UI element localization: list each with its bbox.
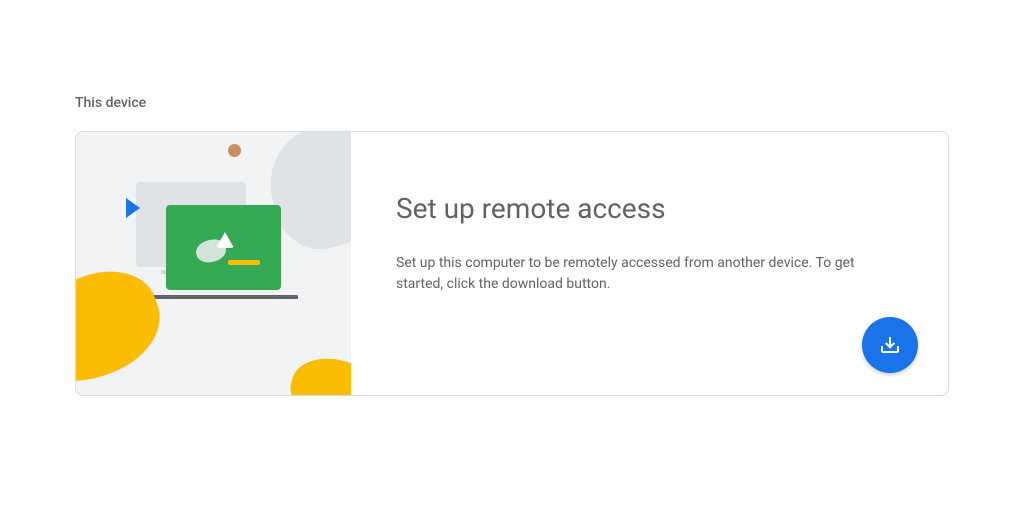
decorative-yellow-blob-left-icon (76, 256, 174, 395)
main-container: This device Set up remote access Set up … (0, 0, 1024, 396)
card-description: Set up this computer to be remotely acce… (396, 253, 886, 295)
download-icon (878, 333, 902, 357)
play-triangle-icon (126, 198, 140, 218)
card-content: Set up remote access Set up this compute… (351, 132, 948, 395)
section-title: This device (75, 95, 949, 111)
download-button[interactable] (862, 317, 918, 373)
illustration-wrapper (76, 132, 351, 395)
card-heading: Set up remote access (396, 192, 898, 225)
laptop-base-icon (148, 295, 298, 299)
laptop-triangle-icon (216, 232, 234, 248)
card-illustration (76, 132, 351, 395)
setup-card: Set up remote access Set up this compute… (75, 131, 949, 396)
decorative-dot-icon (228, 144, 241, 157)
laptop-underline-icon (228, 260, 260, 265)
decorative-yellow-blob-right-icon (285, 349, 351, 395)
